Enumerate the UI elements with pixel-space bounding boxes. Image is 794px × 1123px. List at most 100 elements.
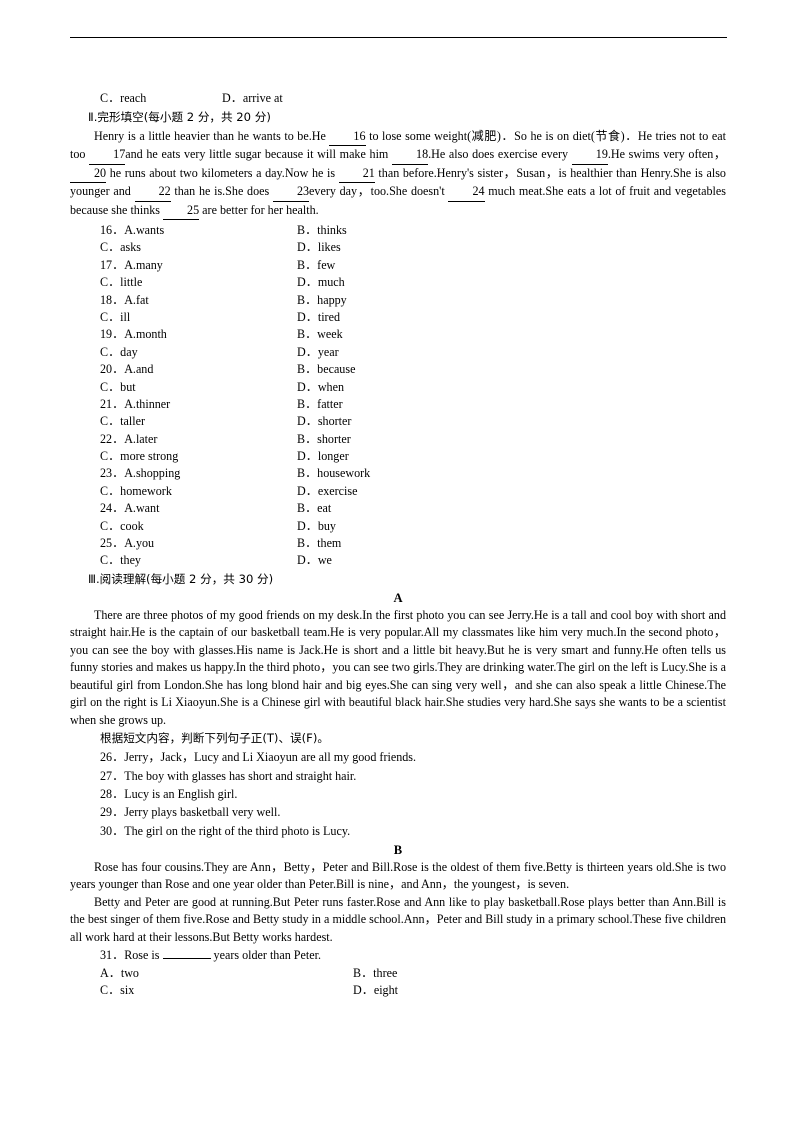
option-19-a[interactable]: 19．A.month [100, 326, 167, 343]
section-2-heading: Ⅱ.完形填空(每小题 2 分，共 20 分) [70, 108, 726, 127]
cloze-text-3: and he eats very little sugar because it… [125, 147, 389, 161]
cloze-blank-21: 21 [338, 165, 375, 183]
passage-b-paragraph-2: Betty and Peter are good at running.But … [70, 894, 726, 944]
option-23-c[interactable]: C．homework [100, 483, 172, 500]
option-row-20-cd: C．but D．when [70, 379, 726, 396]
option-16-d[interactable]: D．likes [297, 239, 341, 256]
carryover-option-c: C．reach [100, 91, 147, 105]
option-20-c[interactable]: C．but [100, 379, 136, 396]
option-row-21-ab: 21．A.thinner B．fatter [70, 396, 726, 413]
option-19-b[interactable]: B．week [297, 326, 343, 343]
option-row-23-cd: C．homework D．exercise [70, 483, 726, 500]
tf-item-30[interactable]: 30．The girl on the right of the third ph… [70, 822, 726, 840]
cloze-passage: Henry is a little heavier than he wants … [70, 128, 727, 220]
option-row-31-cd: C．six D．eight [70, 982, 726, 999]
option-23-d[interactable]: D．exercise [297, 483, 357, 500]
option-31-d[interactable]: D．eight [353, 982, 398, 999]
option-31-b[interactable]: B．three [353, 965, 397, 982]
option-row-17-ab: 17．A.many B．few [70, 257, 726, 274]
option-16-b[interactable]: B．thinks [297, 222, 347, 239]
option-24-c[interactable]: C．cook [100, 518, 144, 535]
option-23-b[interactable]: B．housework [297, 465, 370, 482]
option-17-b[interactable]: B．few [297, 257, 335, 274]
option-31-c[interactable]: C．six [100, 982, 134, 999]
cloze-blank-24: 24 [448, 183, 485, 202]
option-24-b[interactable]: B．eat [297, 500, 331, 517]
passage-b-label: B [393, 842, 403, 857]
cloze-text-1: Henry is a little heavier than he wants … [94, 128, 326, 143]
option-20-b[interactable]: B．because [297, 361, 355, 378]
question-31-stem-after: years older than Peter. [213, 948, 321, 963]
cloze-blank-23: 23 [272, 183, 310, 202]
option-21-b[interactable]: B．fatter [297, 396, 343, 413]
question-31-blank[interactable] [162, 958, 211, 960]
option-row-23-ab: 23．A.shopping B．housework [70, 465, 726, 482]
option-22-b[interactable]: B．shorter [297, 431, 351, 448]
option-16-a[interactable]: 16．A.wants [100, 222, 164, 239]
cloze-text-6: he runs about two kilometers a day.Now h… [109, 165, 336, 180]
option-22-c[interactable]: C．more strong [100, 448, 178, 465]
option-17-a[interactable]: 17．A.many [100, 257, 163, 274]
option-19-d[interactable]: D．year [297, 344, 339, 361]
option-17-d[interactable]: D．much [297, 274, 345, 291]
passage-a-label: A [393, 590, 403, 605]
cloze-blank-19: 19 [571, 146, 608, 165]
option-25-d[interactable]: D．we [297, 552, 332, 569]
cloze-options-list: 16．A.wants B．thinks C．asks D．likes 17．A.… [70, 222, 726, 570]
option-row-22-cd: C．more strong D．longer [70, 448, 726, 465]
option-20-d[interactable]: D．when [297, 379, 344, 396]
header-divider-rule [70, 37, 727, 38]
option-19-c[interactable]: C．day [100, 344, 138, 361]
option-21-c[interactable]: C．taller [100, 413, 145, 430]
option-row-19-ab: 19．A.month B．week [70, 326, 726, 343]
option-row-18-cd: C．ill D．tired [70, 309, 726, 326]
option-22-a[interactable]: 22．A.later [100, 431, 157, 448]
option-24-a[interactable]: 24．A.want [100, 500, 159, 517]
option-18-c[interactable]: C．ill [100, 309, 130, 326]
tf-item-28[interactable]: 28．Lucy is an English girl. [70, 785, 726, 803]
option-row-24-cd: C．cook D．buy [70, 518, 726, 535]
tf-item-27[interactable]: 27．The boy with glasses has short and st… [70, 767, 726, 785]
option-24-d[interactable]: D．buy [297, 518, 336, 535]
option-16-c[interactable]: C．asks [100, 239, 141, 256]
question-31-options-list: A．two B．three C．six D．eight [70, 965, 726, 1000]
cloze-text-4: .He also does exercise every [428, 147, 569, 161]
option-31-a[interactable]: A．two [100, 965, 139, 982]
option-row-19-cd: C．day D．year [70, 344, 726, 361]
option-row-18-ab: 18．A.fat B．happy [70, 292, 726, 309]
option-18-b[interactable]: B．happy [297, 292, 347, 309]
option-row-16-ab: 16．A.wants B．thinks [70, 222, 726, 239]
passage-b-paragraph-1: Rose has four cousins.They are Ann，Betty… [70, 859, 726, 892]
cloze-blank-16: 16 [329, 128, 366, 146]
option-21-d[interactable]: D．shorter [297, 413, 351, 430]
question-31-stem: 31．Rose is years older than Peter. [70, 946, 726, 964]
option-row-25-ab: 25．A.you B．them [70, 535, 726, 552]
exam-page: C．reach D．arrive at Ⅱ.完形填空(每小题 2 分，共 20 … [0, 0, 794, 1123]
option-row-25-cd: C．they D．we [70, 552, 726, 569]
option-17-c[interactable]: C．little [100, 274, 142, 291]
carryover-option-d: D．arrive at [222, 91, 283, 105]
option-18-a[interactable]: 18．A.fat [100, 292, 149, 309]
option-23-a[interactable]: 23．A.shopping [100, 465, 180, 482]
cloze-blank-17: 17 [89, 146, 126, 165]
section-3-heading-text: .阅读理解(每小题 2 分，共 30 分) [96, 571, 274, 586]
option-22-d[interactable]: D．longer [297, 448, 349, 465]
option-row-24-ab: 24．A.want B．eat [70, 500, 726, 517]
cloze-blank-18: 18 [392, 146, 429, 165]
option-18-d[interactable]: D．tired [297, 309, 340, 326]
option-row-31-ab: A．two B．three [70, 965, 726, 982]
cloze-text-9: every day，too.She doesn't [309, 184, 445, 198]
tf-item-29[interactable]: 29．Jerry plays basketball very well. [70, 803, 726, 821]
page-content: C．reach D．arrive at Ⅱ.完形填空(每小题 2 分，共 20 … [70, 90, 726, 999]
cloze-blank-25: 25 [163, 202, 200, 220]
option-25-c[interactable]: C．they [100, 552, 141, 569]
cloze-text-8: than he is.She does [174, 184, 270, 198]
option-row-22-ab: 22．A.later B．shorter [70, 431, 726, 448]
option-21-a[interactable]: 21．A.thinner [100, 396, 170, 413]
option-25-a[interactable]: 25．A.you [100, 535, 154, 552]
passage-a-text: There are three photos of my good friend… [70, 607, 726, 727]
option-20-a[interactable]: 20．A.and [100, 361, 153, 378]
cloze-text-5: .He swims very often， [607, 147, 727, 161]
option-25-b[interactable]: B．them [297, 535, 341, 552]
tf-item-26[interactable]: 26．Jerry，Jack，Lucy and Li Xiaoyun are al… [70, 748, 726, 766]
